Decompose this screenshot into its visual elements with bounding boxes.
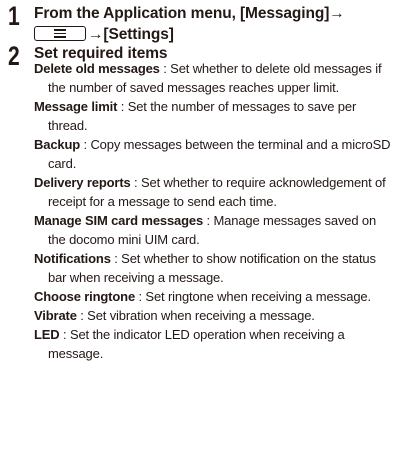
- list-item: Manage SIM card messages : Manage messag…: [34, 211, 394, 249]
- list-item: Message limit : Set the number of messag…: [34, 97, 394, 135]
- list-item: Delivery reports : Set whether to requir…: [34, 173, 394, 211]
- step-1-number: 1: [8, 1, 20, 31]
- item-term: LED: [34, 327, 60, 342]
- item-term: Message limit: [34, 99, 118, 114]
- menu-key-icon: [34, 26, 86, 41]
- list-item: Notifications : Set whether to show noti…: [34, 249, 394, 287]
- item-term: Manage SIM card messages: [34, 213, 204, 228]
- list-item: Choose ringtone : Set ringtone when rece…: [34, 287, 394, 306]
- item-desc: : Copy messages between the terminal and…: [48, 137, 391, 171]
- step-1-title-prefix: From the Application menu, [Messaging]→: [34, 5, 345, 22]
- item-term: Backup: [34, 137, 81, 152]
- item-desc: : Set the indicator LED operation when r…: [48, 327, 345, 361]
- list-item: Backup : Copy messages between the termi…: [34, 135, 394, 173]
- manual-page: 1 From the Application menu, [Messaging]…: [0, 0, 396, 469]
- item-term: Delivery reports: [34, 175, 131, 190]
- item-term: Choose ringtone: [34, 289, 136, 304]
- list-item: Vibrate : Set vibration when receiving a…: [34, 306, 394, 325]
- settings-item-list: Delete old messages : Set whether to del…: [34, 59, 394, 363]
- item-term: Notifications: [34, 251, 111, 266]
- item-desc: : Set vibration when receiving a message…: [76, 308, 315, 323]
- item-term: Vibrate: [34, 308, 77, 323]
- item-term: Delete old messages: [34, 61, 160, 76]
- item-desc: : Set ringtone when receiving a message.: [135, 289, 371, 304]
- step-2-number: 2: [8, 41, 20, 71]
- list-item: Delete old messages : Set whether to del…: [34, 59, 394, 97]
- step-1-title: From the Application menu, [Messaging]→ →…: [34, 3, 390, 45]
- step-1-title-suffix: →[Settings]: [88, 26, 174, 43]
- list-item: LED : Set the indicator LED operation wh…: [34, 325, 394, 363]
